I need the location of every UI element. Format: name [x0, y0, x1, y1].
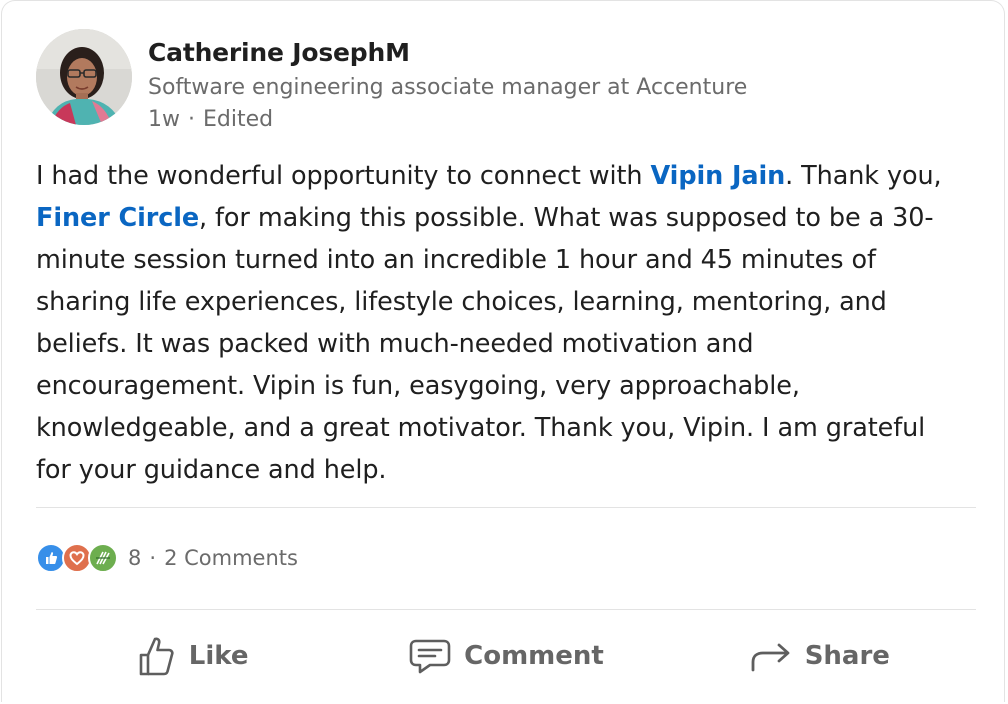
mention-link[interactable]: Finer Circle [36, 203, 199, 233]
like-label: Like [188, 641, 249, 671]
post-text-part: . Thank you, [785, 161, 942, 191]
share-button[interactable]: Share [663, 621, 976, 691]
post-text-part: , for making this possible. What was sup… [36, 203, 934, 485]
author-info: Catherine JosephM Software engineering a… [148, 37, 747, 135]
reaction-count[interactable]: 8 [128, 546, 141, 570]
mention-link[interactable]: Vipin Jain [651, 161, 786, 191]
engagement-counts: 8 · 2 Comments [128, 546, 298, 570]
post-header: Catherine JosephM Software engineering a… [36, 29, 747, 135]
thumbs-up-icon [137, 634, 177, 678]
post-card: Catherine JosephM Software engineering a… [1, 0, 1005, 702]
author-name[interactable]: Catherine JosephM [148, 37, 747, 69]
author-headline: Software engineering associate manager a… [148, 75, 748, 100]
author-avatar[interactable] [36, 29, 132, 125]
reactions-summary[interactable] [36, 543, 118, 573]
share-label: Share [804, 641, 890, 671]
edited-label: Edited [203, 107, 274, 132]
share-arrow-icon [749, 636, 793, 676]
counts-separator: · [149, 546, 157, 570]
divider [36, 609, 976, 610]
divider [36, 507, 976, 508]
comments-count-link[interactable]: 2 Comments [164, 546, 298, 570]
post-time: 1w [148, 107, 180, 132]
post-text-part: I had the wonderful opportunity to conne… [36, 161, 651, 191]
support-reaction-icon [88, 543, 118, 573]
post-meta: 1w · Edited [148, 105, 747, 135]
comment-button[interactable]: Comment [349, 621, 662, 691]
avatar-photo [36, 29, 132, 125]
post-actions: Like Comment Share [36, 621, 976, 691]
social-counts: 8 · 2 Comments [36, 541, 298, 575]
meta-separator: · [188, 107, 195, 132]
comment-icon [408, 636, 452, 676]
post-body: I had the wonderful opportunity to conne… [36, 155, 966, 491]
comment-label: Comment [464, 641, 604, 671]
like-button[interactable]: Like [36, 621, 349, 691]
